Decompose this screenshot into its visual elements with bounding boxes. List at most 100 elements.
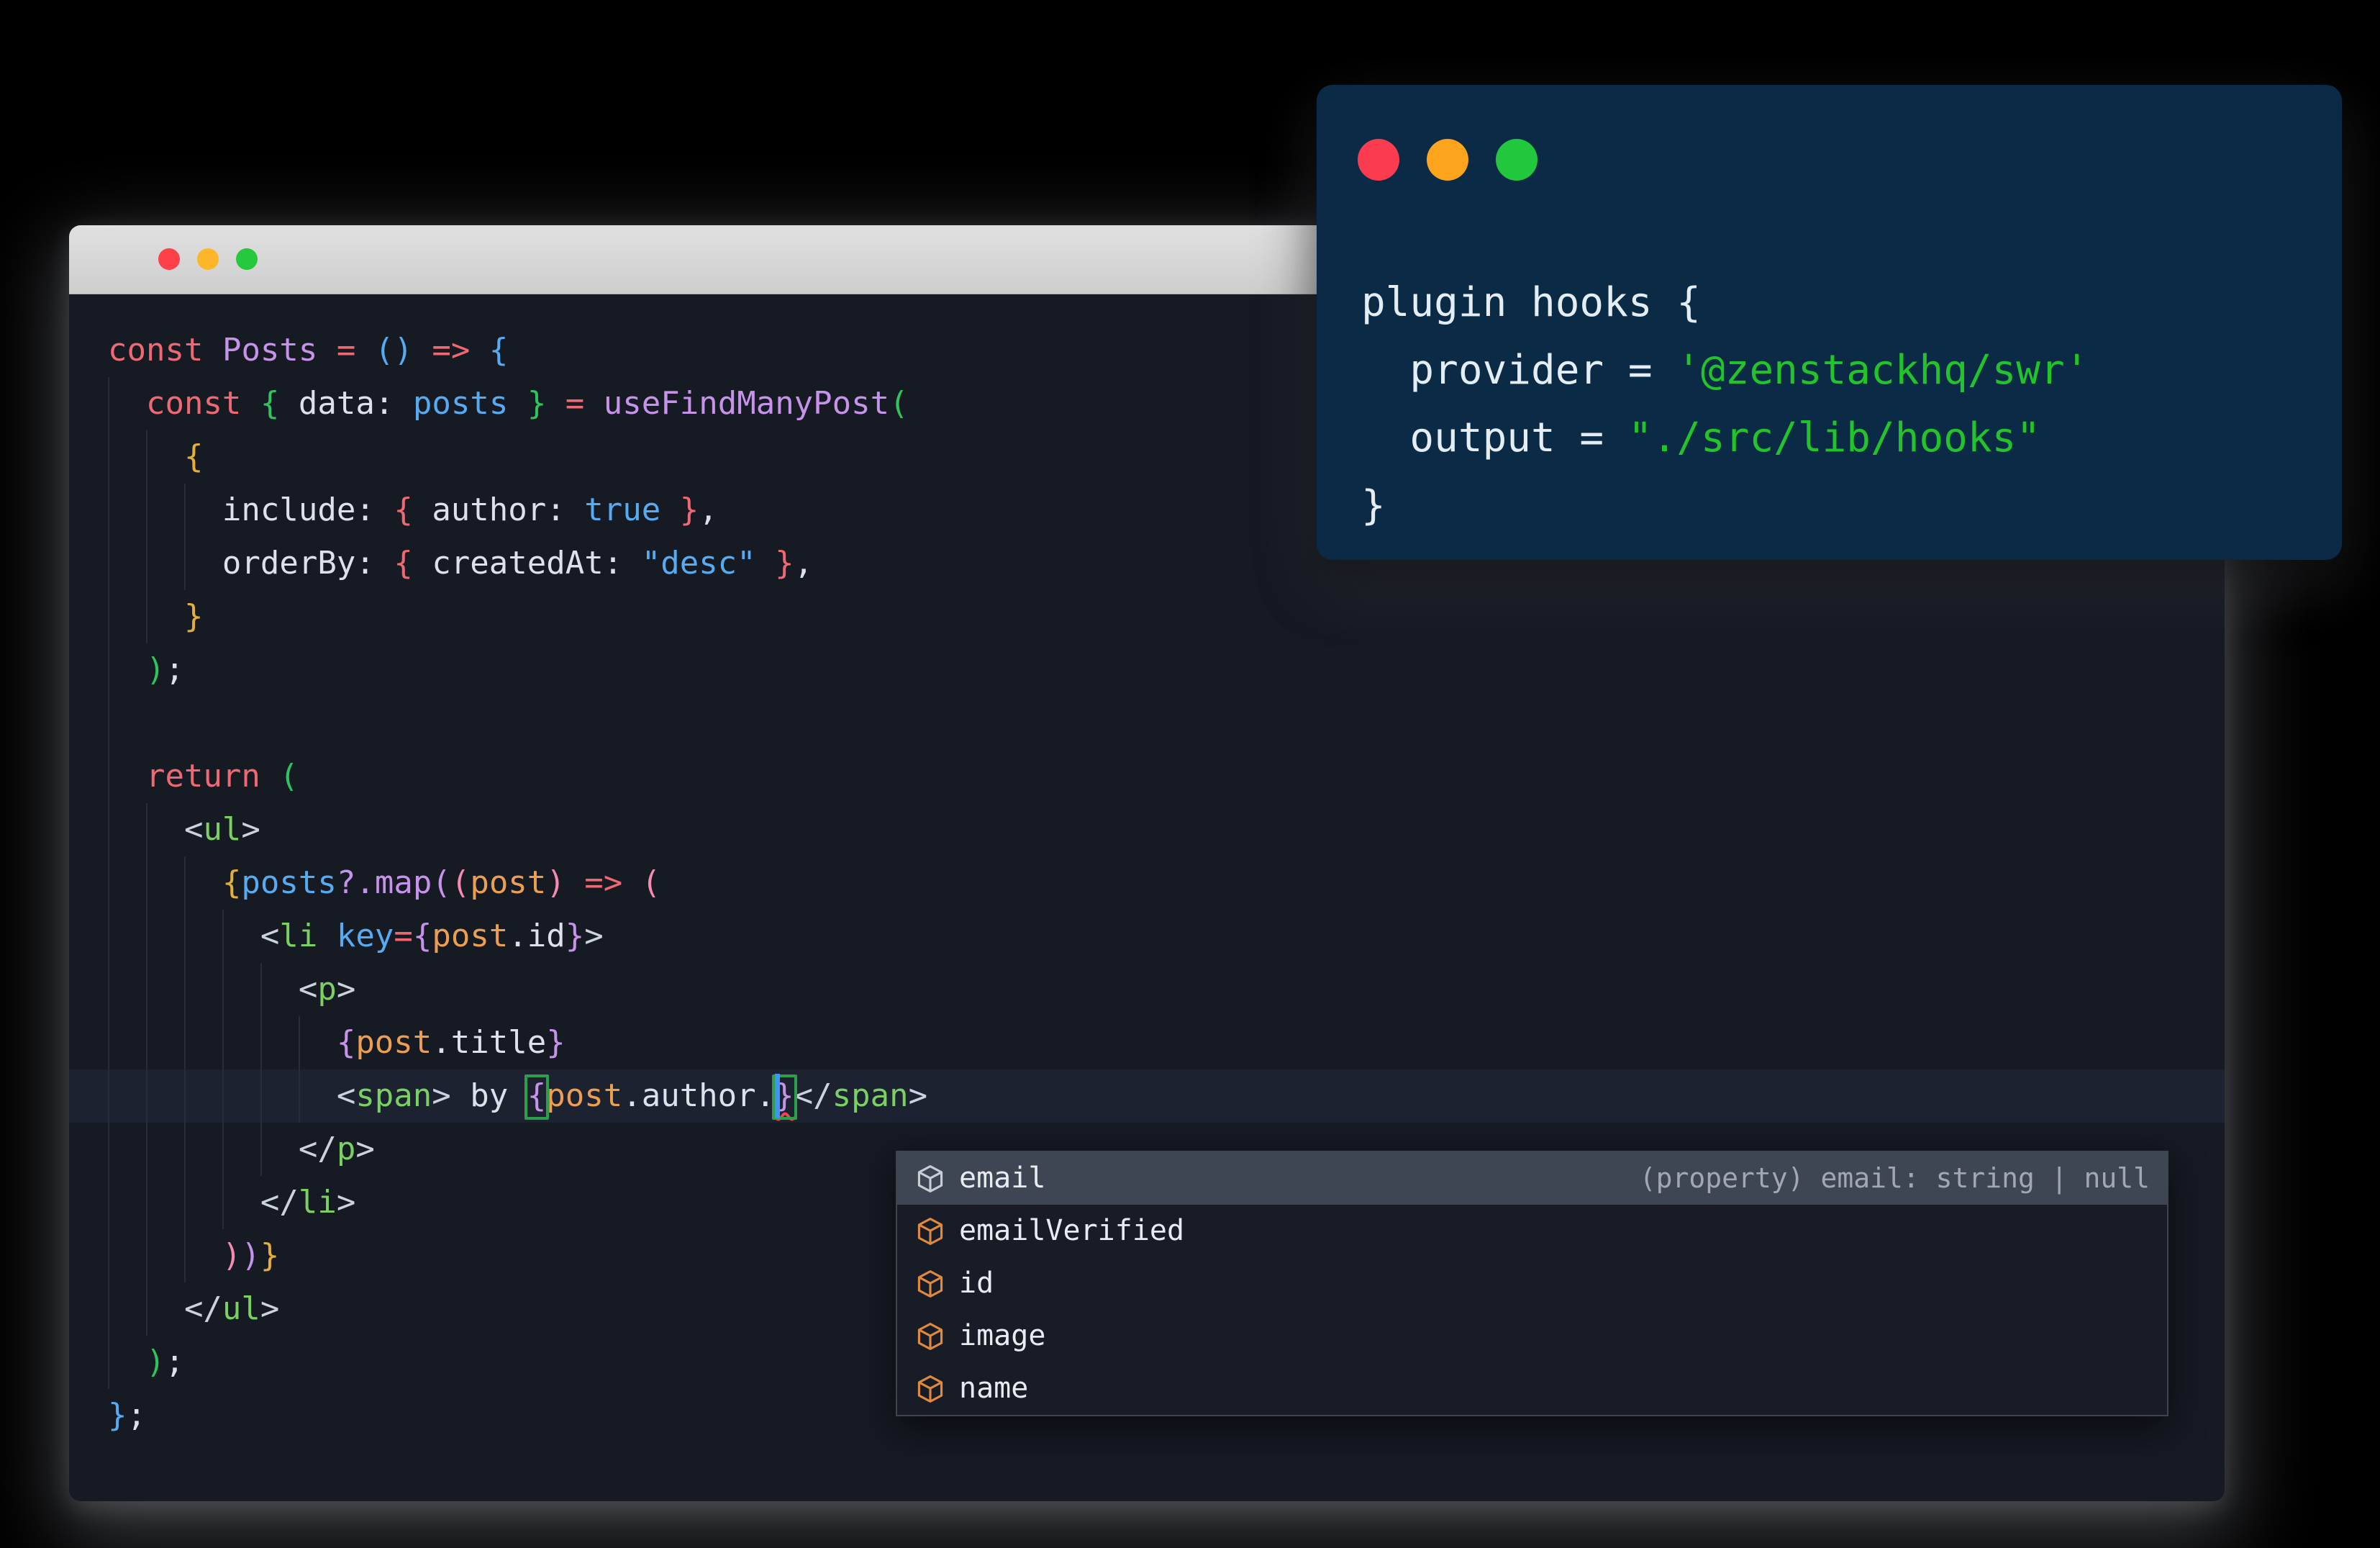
code-token: =: [336, 332, 375, 368]
zoom-button[interactable]: [1496, 139, 1538, 181]
code-token: >: [908, 1077, 928, 1114]
code-token: Posts: [222, 332, 337, 368]
code-token: (: [432, 864, 451, 901]
code-token: span: [355, 1077, 432, 1114]
code-token: output =: [1361, 415, 1628, 461]
indent-guide: [183, 963, 222, 1016]
code-token: </: [794, 1077, 832, 1114]
autocomplete-item[interactable]: id: [897, 1257, 2167, 1310]
indent-guide: [108, 377, 146, 430]
code-token: ): [145, 651, 165, 688]
zoom-button[interactable]: [236, 248, 258, 270]
indent-guide: [260, 1069, 299, 1123]
indent-guide: [183, 537, 222, 590]
code-line: <p>: [69, 963, 2225, 1016]
indent-guide: [145, 430, 184, 484]
symbol-field-icon: [917, 1217, 943, 1245]
indent-guide: [145, 910, 184, 963]
code-token: by: [470, 1077, 527, 1114]
indent-guide: [108, 1229, 146, 1282]
code-token: <: [183, 811, 204, 848]
plugin-config-window: plugin hooks { provider = '@zenstackhq/s…: [1317, 85, 2342, 560]
code-token: </: [260, 1184, 299, 1221]
autocomplete-label: id: [959, 1267, 994, 1300]
indent-guide: [108, 1176, 146, 1229]
code-token: <: [260, 918, 280, 954]
plugin-code-line: provider = '@zenstackhq/swr': [1361, 337, 2089, 404]
code-token: "desc": [641, 545, 776, 581]
code-token: }: [1361, 482, 1386, 529]
indent-guide: [108, 697, 146, 750]
code-token: >: [336, 971, 356, 1008]
code-token: li: [279, 918, 337, 954]
code-token: .id: [508, 918, 566, 954]
indent-guide: [108, 856, 146, 910]
indent-guide: [222, 910, 260, 963]
code-token: >: [336, 1184, 356, 1221]
indent-guide: [183, 856, 222, 910]
indent-guide: [145, 1229, 184, 1282]
indent-guide: [183, 910, 222, 963]
code-token: createdAt:: [432, 545, 642, 581]
code-token: map: [374, 864, 432, 901]
code-token: "./src/lib/hooks": [1627, 415, 2041, 461]
code-token: }: [546, 1024, 566, 1061]
code-token: (: [279, 758, 299, 795]
indent-guide: [222, 963, 260, 1016]
code-token: (: [889, 385, 909, 422]
code-line: <li key={post.id}>: [69, 910, 2225, 963]
indent-guide: [108, 537, 146, 590]
autocomplete-item[interactable]: image: [897, 1310, 2167, 1362]
code-token: {: [394, 492, 432, 528]
indent-guide: [108, 963, 146, 1016]
close-button[interactable]: [158, 248, 180, 270]
code-token: li: [298, 1184, 337, 1221]
close-button[interactable]: [1358, 139, 1399, 181]
indent-guide: [108, 803, 146, 856]
text-cursor: [775, 1074, 780, 1118]
code-token: </: [183, 1290, 222, 1327]
indent-guide: [222, 1176, 260, 1229]
code-token: }: [527, 385, 566, 422]
code-line: {posts?.map((post) => (: [69, 856, 2225, 910]
indent-guide: [108, 1069, 146, 1123]
code-token: }: [260, 1237, 280, 1274]
code-token: {: [260, 385, 299, 422]
code-token: post: [432, 918, 509, 954]
plugin-code-line: plugin hooks {: [1361, 269, 2089, 337]
indent-guide: [145, 590, 184, 643]
autocomplete-item[interactable]: name: [897, 1362, 2167, 1415]
indent-guide: [145, 963, 184, 1016]
autocomplete-label: email: [959, 1162, 1046, 1195]
autocomplete-item[interactable]: email (property) email: string | null: [897, 1152, 2167, 1205]
code-token: {: [527, 1077, 547, 1114]
code-token: }: [183, 598, 204, 635]
minimize-button[interactable]: [197, 248, 219, 270]
code-token: author:: [432, 492, 585, 528]
code-token: }: [565, 918, 585, 954]
code-line: return (: [69, 750, 2225, 803]
code-token: p: [336, 1131, 356, 1167]
code-token: key: [336, 918, 394, 954]
code-token: =: [565, 385, 604, 422]
code-token: (: [450, 864, 471, 901]
indent-guide: [145, 1123, 184, 1176]
code-line: [69, 697, 2225, 750]
code-token: =: [394, 918, 413, 954]
code-token: ,: [699, 492, 718, 528]
code-token: ): [546, 864, 566, 901]
code-token: >: [584, 918, 604, 954]
code-token: const: [145, 385, 260, 422]
code-token: post: [470, 864, 547, 901]
code-token: posts: [241, 864, 337, 901]
indent-guide: [260, 1123, 299, 1176]
minimize-button[interactable]: [1427, 139, 1468, 181]
indent-guide: [145, 1016, 184, 1069]
code-token: </: [298, 1131, 337, 1167]
code-token: {: [489, 332, 509, 368]
indent-guide: [298, 1016, 337, 1069]
autocomplete-item[interactable]: emailVerified: [897, 1205, 2167, 1257]
indent-guide: [108, 910, 146, 963]
indent-guide: [108, 590, 146, 643]
indent-guide: [222, 1123, 260, 1176]
